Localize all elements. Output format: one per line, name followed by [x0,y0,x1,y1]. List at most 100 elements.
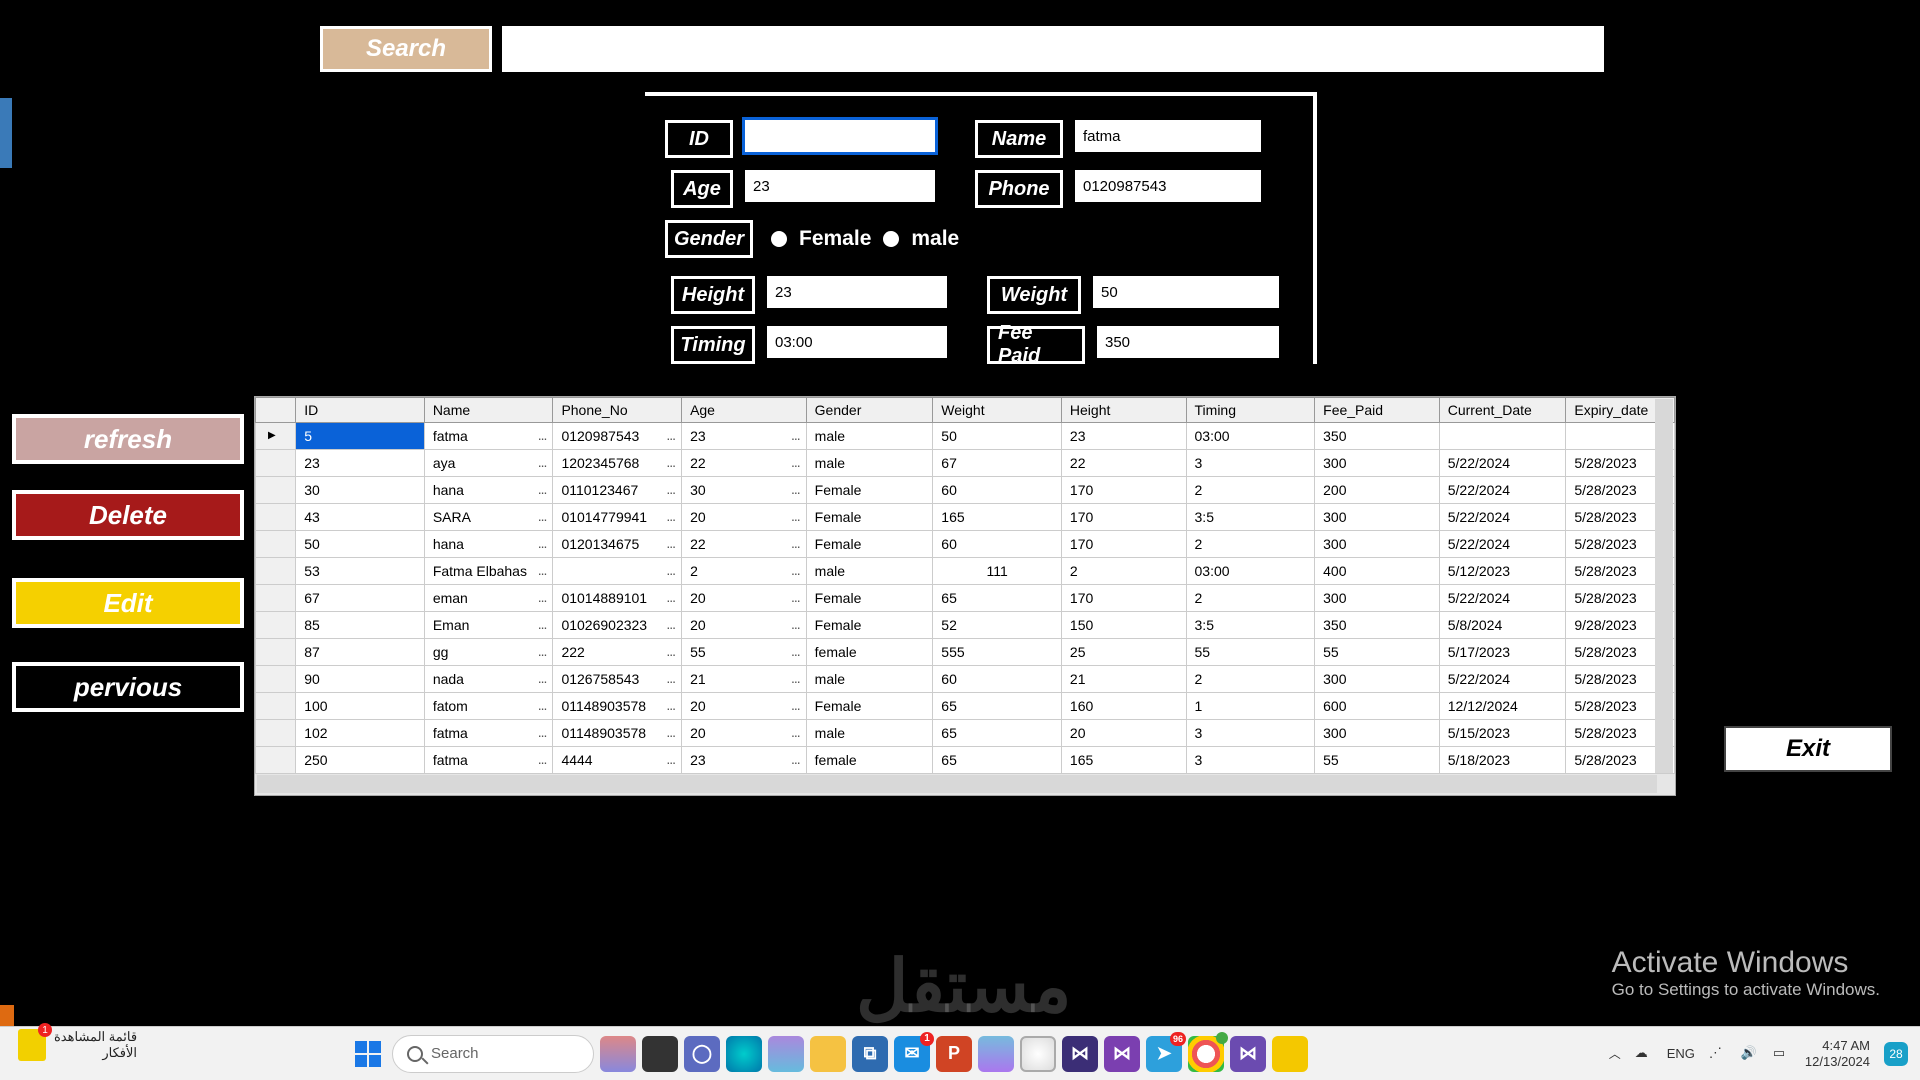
table-cell[interactable]: 5/18/2023 [1439,747,1566,774]
table-row[interactable]: 67eman...01014889101...20...Female651702… [256,585,1675,612]
male-radio[interactable] [883,231,899,247]
table-cell[interactable]: 170 [1061,477,1186,504]
search-input[interactable] [502,26,1604,72]
column-header[interactable]: Gender [806,398,933,423]
tray-language-indicator[interactable]: ENG [1667,1046,1695,1061]
timing-input[interactable] [767,326,947,358]
row-header[interactable] [256,531,296,558]
table-cell[interactable]: 43 [296,504,425,531]
table-cell[interactable]: 53 [296,558,425,585]
table-cell[interactable]: male [806,666,933,693]
row-header[interactable] [256,477,296,504]
table-cell[interactable]: 65 [933,585,1062,612]
column-header[interactable]: Height [1061,398,1186,423]
taskbar-copilot-icon[interactable] [768,1036,804,1072]
table-cell[interactable] [1439,423,1566,450]
table-cell[interactable]: 22... [682,450,807,477]
table-cell[interactable]: 5/17/2023 [1439,639,1566,666]
row-header[interactable] [256,747,296,774]
table-cell[interactable]: 23 [1061,423,1186,450]
table-cell[interactable]: 67 [296,585,425,612]
taskbar-clock[interactable]: 4:47 AM 12/13/2024 [1805,1038,1870,1069]
table-cell[interactable]: 100 [296,693,425,720]
table-row[interactable]: 50hana...0120134675...22...Female6017023… [256,531,1675,558]
table-cell[interactable]: 55... [682,639,807,666]
edit-button[interactable]: Edit [12,578,244,628]
table-cell[interactable]: 200 [1315,477,1440,504]
table-cell[interactable]: 5/22/2024 [1439,531,1566,558]
table-cell[interactable]: 165 [933,504,1062,531]
table-cell[interactable]: hana... [424,477,553,504]
table-row[interactable]: 23aya...1202345768...22...male672233005/… [256,450,1675,477]
taskbar-store-icon[interactable]: ⧉ [852,1036,888,1072]
taskbar-explorer-icon[interactable] [810,1036,846,1072]
table-cell[interactable]: 20... [682,612,807,639]
table-cell[interactable]: female [806,747,933,774]
table-cell[interactable]: male [806,720,933,747]
table-row[interactable]: 90nada...0126758543...21...male602123005… [256,666,1675,693]
members-data-grid[interactable]: IDNamePhone_NoAgeGenderWeightHeightTimin… [254,396,1676,796]
table-cell[interactable]: 0120987543... [553,423,682,450]
table-cell[interactable]: Female [806,585,933,612]
table-cell[interactable]: 5/22/2024 [1439,585,1566,612]
exit-button[interactable]: Exit [1724,726,1892,772]
table-cell[interactable]: 300 [1315,585,1440,612]
table-cell[interactable]: 50 [933,423,1062,450]
grid-horizontal-scrollbar[interactable] [257,775,1657,793]
table-cell[interactable]: 01148903578... [553,693,682,720]
table-cell[interactable]: 165 [1061,747,1186,774]
column-header[interactable]: Fee_Paid [1315,398,1440,423]
table-cell[interactable]: 1202345768... [553,450,682,477]
taskbar-powerpoint-icon[interactable]: P [936,1036,972,1072]
table-cell[interactable]: male [806,450,933,477]
female-radio[interactable] [771,231,787,247]
table-cell[interactable]: 25 [1061,639,1186,666]
table-cell[interactable]: 2 [1186,531,1315,558]
table-cell[interactable]: 55 [1315,747,1440,774]
row-header[interactable] [256,693,296,720]
table-cell[interactable]: 01014779941... [553,504,682,531]
table-cell[interactable]: 30 [296,477,425,504]
table-row[interactable]: 100fatom...01148903578...20...Female6516… [256,693,1675,720]
table-row[interactable]: 85Eman...01026902323...20...Female521503… [256,612,1675,639]
table-cell[interactable]: Fatma Elbahas... [424,558,553,585]
table-cell[interactable]: 20 [1061,720,1186,747]
table-cell[interactable]: 102 [296,720,425,747]
table-cell[interactable]: 170 [1061,585,1186,612]
taskbar-app-icon[interactable] [600,1036,636,1072]
table-cell[interactable]: 23 [296,450,425,477]
table-cell[interactable]: 300 [1315,666,1440,693]
table-cell[interactable]: fatma... [424,747,553,774]
table-cell[interactable]: 23... [682,747,807,774]
notification-center-badge[interactable]: 28 [1884,1042,1908,1066]
column-header[interactable]: Name [424,398,553,423]
table-cell[interactable]: 2 [1186,477,1315,504]
taskbar-preview-widget[interactable]: قائمة المشاهدة الأفكار [18,1029,137,1061]
grid-vertical-scrollbar[interactable] [1655,399,1673,773]
table-cell[interactable]: 2 [1186,585,1315,612]
table-cell[interactable]: 01014889101... [553,585,682,612]
table-cell[interactable]: 300 [1315,720,1440,747]
taskbar-taskview-icon[interactable] [642,1036,678,1072]
table-cell[interactable]: Eman... [424,612,553,639]
row-header[interactable] [256,639,296,666]
table-cell[interactable]: 22 [1061,450,1186,477]
start-button[interactable] [350,1036,386,1072]
table-cell[interactable]: 03:00 [1186,423,1315,450]
row-header[interactable] [256,504,296,531]
table-cell[interactable]: ... [553,558,682,585]
table-cell[interactable]: 20... [682,693,807,720]
table-cell[interactable]: 3 [1186,720,1315,747]
taskbar-search-field[interactable]: Search [392,1035,594,1073]
tray-volume-icon[interactable]: 🔊 [1741,1045,1759,1063]
table-cell[interactable]: fatma... [424,720,553,747]
table-cell[interactable]: 300 [1315,504,1440,531]
column-header[interactable]: Timing [1186,398,1315,423]
taskbar-telegram-icon[interactable]: ➤96 [1146,1036,1182,1072]
table-cell[interactable]: 85 [296,612,425,639]
table-cell[interactable]: 03:00 [1186,558,1315,585]
column-header[interactable]: Age [682,398,807,423]
table-cell[interactable]: 2... [682,558,807,585]
table-cell[interactable]: 01148903578... [553,720,682,747]
row-header[interactable] [256,423,296,450]
